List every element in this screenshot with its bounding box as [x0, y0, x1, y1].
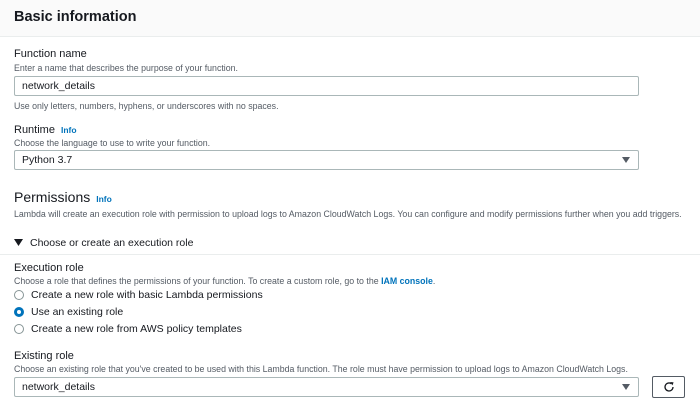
existing-role-selected-value: network_details	[22, 381, 95, 393]
radio-label: Create a new role with basic Lambda perm…	[31, 289, 263, 301]
permissions-info-link[interactable]: Info	[96, 194, 112, 204]
caret-down-icon	[622, 157, 630, 163]
permissions-description: Lambda will create an execution role wit…	[14, 209, 682, 219]
section-title: Basic information	[14, 9, 137, 25]
function-name-input[interactable]	[14, 76, 639, 96]
iam-console-link[interactable]: IAM console	[381, 276, 433, 286]
runtime-description: Choose the language to use to write your…	[14, 138, 211, 148]
radio-label: Create a new role from AWS policy templa…	[31, 323, 242, 335]
existing-role-description: Choose an existing role that you've crea…	[14, 364, 628, 374]
execution-role-expander[interactable]: Choose or create an execution role	[14, 237, 193, 249]
refresh-icon	[663, 382, 674, 392]
radio-button[interactable]	[14, 290, 24, 300]
function-name-description: Enter a name that describes the purpose …	[14, 63, 238, 73]
runtime-info-link[interactable]: Info	[61, 125, 77, 135]
radio-label: Use an existing role	[31, 306, 124, 318]
existing-role-label: Existing role	[14, 350, 74, 362]
function-name-hint: Use only letters, numbers, hyphens, or u…	[14, 101, 279, 111]
caret-down-icon	[622, 384, 630, 390]
refresh-roles-button[interactable]	[652, 376, 685, 398]
execution-role-description: Choose a role that defines the permissio…	[14, 276, 435, 286]
function-name-label: Function name	[14, 48, 87, 60]
expander-label: Choose or create an execution role	[30, 237, 194, 249]
existing-role-select[interactable]: network_details	[14, 377, 639, 397]
radio-option-create-from-templates[interactable]: Create a new role from AWS policy templa…	[14, 323, 242, 335]
triangle-down-icon	[14, 239, 23, 246]
runtime-select[interactable]: Python 3.7	[14, 150, 639, 170]
radio-button-selected[interactable]	[14, 307, 24, 317]
execution-role-label: Execution role	[14, 262, 84, 274]
execution-role-description-text: Choose a role that defines the permissio…	[14, 276, 379, 286]
runtime-selected-value: Python 3.7	[22, 154, 73, 166]
runtime-label-row: Runtime Info	[14, 124, 77, 136]
runtime-label: Runtime	[14, 124, 55, 136]
expander-divider	[0, 254, 700, 255]
section-header: Basic information	[0, 0, 700, 37]
execution-role-description-suffix: .	[432, 276, 436, 286]
radio-button[interactable]	[14, 324, 24, 334]
permissions-title: Permissions	[14, 189, 91, 205]
radio-option-use-existing[interactable]: Use an existing role	[14, 306, 123, 318]
permissions-title-row: Permissions Info	[14, 189, 112, 207]
radio-option-create-basic[interactable]: Create a new role with basic Lambda perm…	[14, 289, 263, 301]
